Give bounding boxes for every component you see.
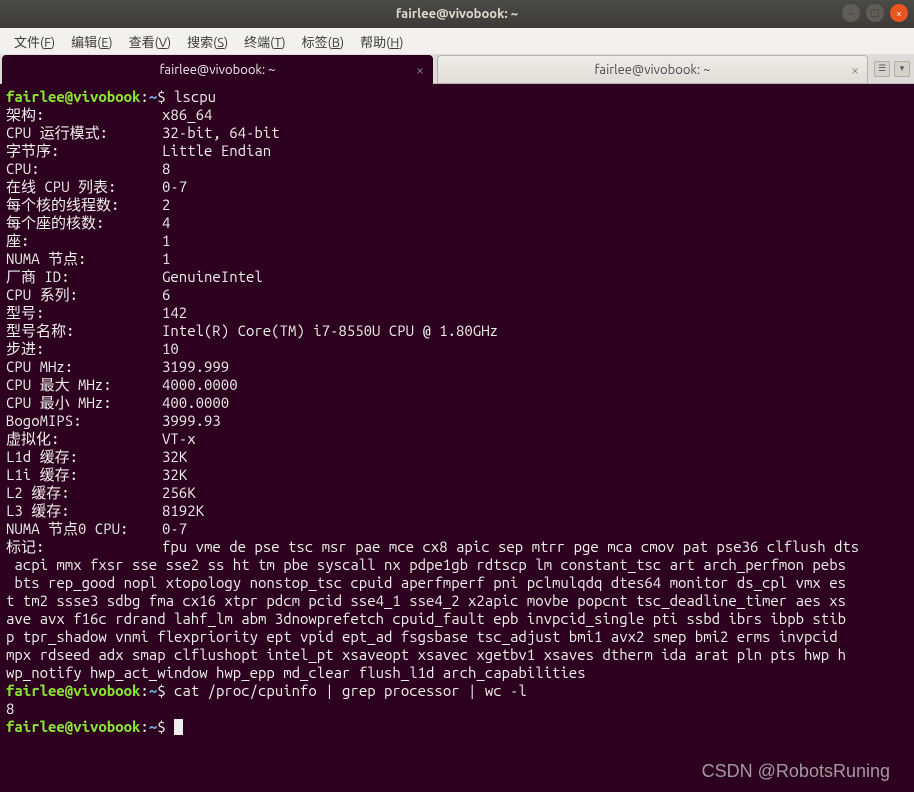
menu-terminal[interactable]: 终端(T) [236,29,293,54]
lscpu-key: CPU 最大 MHz: [6,376,162,394]
tab-2[interactable]: fairlee@vivobook: ~ × [437,55,868,84]
prompt-path: ~ [149,718,157,735]
lscpu-key: 在线 CPU 列表: [6,178,162,196]
tabbar: fairlee@vivobook: ~ × fairlee@vivobook: … [0,54,914,84]
lscpu-key: CPU 运行模式: [6,124,162,142]
lscpu-key: 厂商 ID: [6,268,162,286]
lscpu-flags: acpi mmx fxsr sse sse2 ss ht tm pbe sysc… [6,556,846,681]
prompt-user: fairlee@vivobook [6,718,140,735]
tab-close-icon[interactable]: × [851,62,859,78]
close-button[interactable]: × [890,4,908,22]
window-controls: – □ × [842,4,908,22]
command-cat: cat /proc/cpuinfo | grep processor | wc … [174,682,527,699]
cursor [174,719,183,735]
tab-label: fairlee@vivobook: ~ [159,63,275,77]
window-title: fairlee@vivobook: ~ [396,7,518,21]
lscpu-key: 架构: [6,106,162,124]
prompt-path: ~ [149,88,157,105]
menu-view[interactable]: 查看(V) [121,29,180,54]
lscpu-key: CPU 系列: [6,286,162,304]
menu-edit[interactable]: 编辑(E) [63,29,121,54]
menu-search[interactable]: 搜索(S) [179,29,236,54]
lscpu-key: CPU 最小 MHz: [6,394,162,412]
lscpu-key: CPU: [6,160,162,178]
lscpu-key: 每个座的核数: [6,214,162,232]
lscpu-key: NUMA 节点: [6,250,162,268]
tab-1[interactable]: fairlee@vivobook: ~ × [2,55,433,84]
prompt-user: fairlee@vivobook [6,682,140,699]
new-tab-button[interactable]: ☰ [874,61,890,77]
menu-file[interactable]: 文件(F) [6,29,63,54]
lscpu-key: 步进: [6,340,162,358]
menubar: 文件(F) 编辑(E) 查看(V) 搜索(S) 终端(T) 标签(B) 帮助(H… [0,28,914,54]
tab-close-icon[interactable]: × [416,62,424,78]
minimize-button[interactable]: – [842,4,860,22]
lscpu-key: NUMA 节点0 CPU: [6,520,162,538]
menu-tabs[interactable]: 标签(B) [294,29,353,54]
watermark: CSDN @RobotsRuning [702,761,890,782]
lscpu-key: L1d 缓存: [6,448,162,466]
tab-label: fairlee@vivobook: ~ [594,63,710,77]
lscpu-key: 字节序: [6,142,162,160]
lscpu-key: 虚拟化: [6,430,162,448]
lscpu-key: BogoMIPS: [6,412,162,430]
lscpu-key: 座: [6,232,162,250]
maximize-button[interactable]: □ [866,4,884,22]
lscpu-key: L1i 缓存: [6,466,162,484]
output-count: 8 [6,700,14,717]
lscpu-key: 型号: [6,304,162,322]
lscpu-key: CPU MHz: [6,358,162,376]
command-lscpu: lscpu [174,88,216,105]
lscpu-key: 每个核的线程数: [6,196,162,214]
lscpu-key: L2 缓存: [6,484,162,502]
prompt-user: fairlee@vivobook [6,88,140,105]
flags-label: 标记: [6,538,162,556]
lscpu-output: 架构:x86_64 CPU 运行模式:32-bit, 64-bit 字节序:Li… [6,106,498,537]
terminal[interactable]: fairlee@vivobook:~$ lscpu 架构:x86_64 CPU … [0,84,914,792]
lscpu-key: L3 缓存: [6,502,162,520]
titlebar: fairlee@vivobook: ~ – □ × [0,0,914,28]
lscpu-key: 型号名称: [6,322,162,340]
menu-help[interactable]: 帮助(H) [352,29,411,54]
tab-menu-button[interactable]: ▾ [894,61,910,77]
tab-extra: ☰ ▾ [870,61,914,77]
prompt-path: ~ [149,682,157,699]
